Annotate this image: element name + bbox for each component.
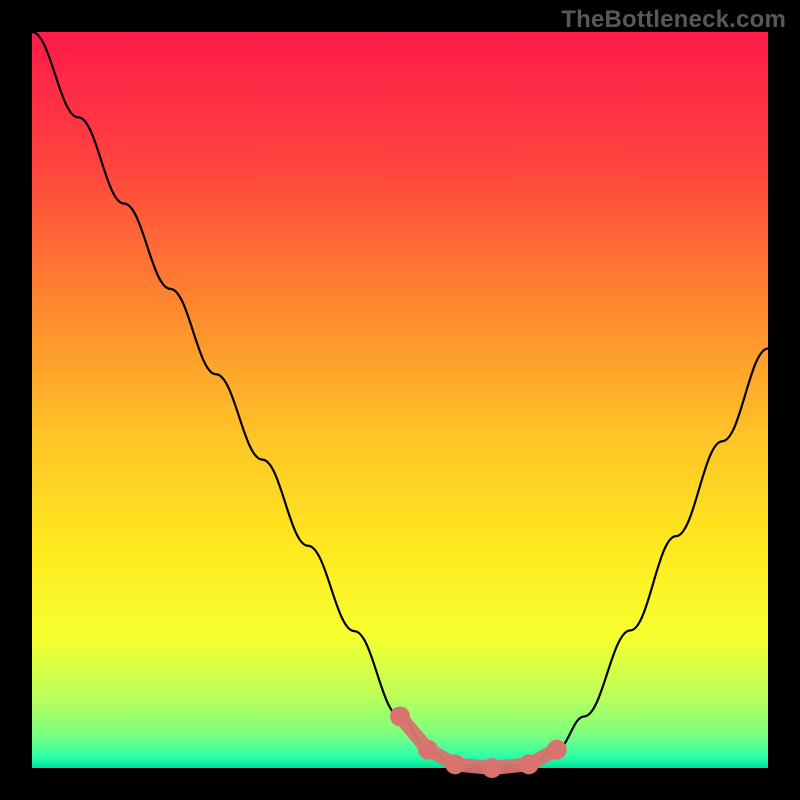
highlight-dot xyxy=(418,740,438,760)
highlight-dot xyxy=(445,754,465,774)
highlight-dot xyxy=(519,754,539,774)
highlight-dot xyxy=(547,740,567,760)
chart-frame: TheBottleneck.com xyxy=(0,0,800,800)
plot-background xyxy=(32,32,768,768)
highlight-dot xyxy=(390,706,410,726)
highlight-dot xyxy=(482,758,502,778)
chart-canvas xyxy=(0,0,800,800)
watermark-text: TheBottleneck.com xyxy=(561,6,786,34)
